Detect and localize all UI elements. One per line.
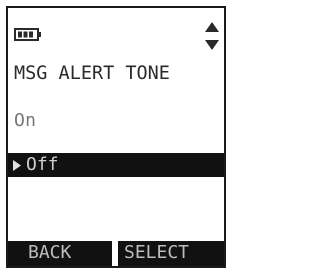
back-softkey[interactable]: BACK <box>28 244 71 262</box>
phone-lcd-screen: MSG ALERT TONE On Off BACK SELECT <box>6 6 226 268</box>
softkey-bar: BACK SELECT <box>8 241 224 266</box>
up-down-arrow-icon <box>205 22 219 50</box>
selection-arrow-icon <box>13 160 21 171</box>
option-off: Off <box>26 154 59 175</box>
screen-title: MSG ALERT TONE <box>14 63 170 84</box>
softkey-divider <box>112 241 118 266</box>
option-off-selected-row[interactable]: Off <box>8 153 224 177</box>
option-on[interactable]: On <box>14 112 36 130</box>
battery-icon <box>14 28 41 41</box>
select-softkey[interactable]: SELECT <box>124 244 189 262</box>
